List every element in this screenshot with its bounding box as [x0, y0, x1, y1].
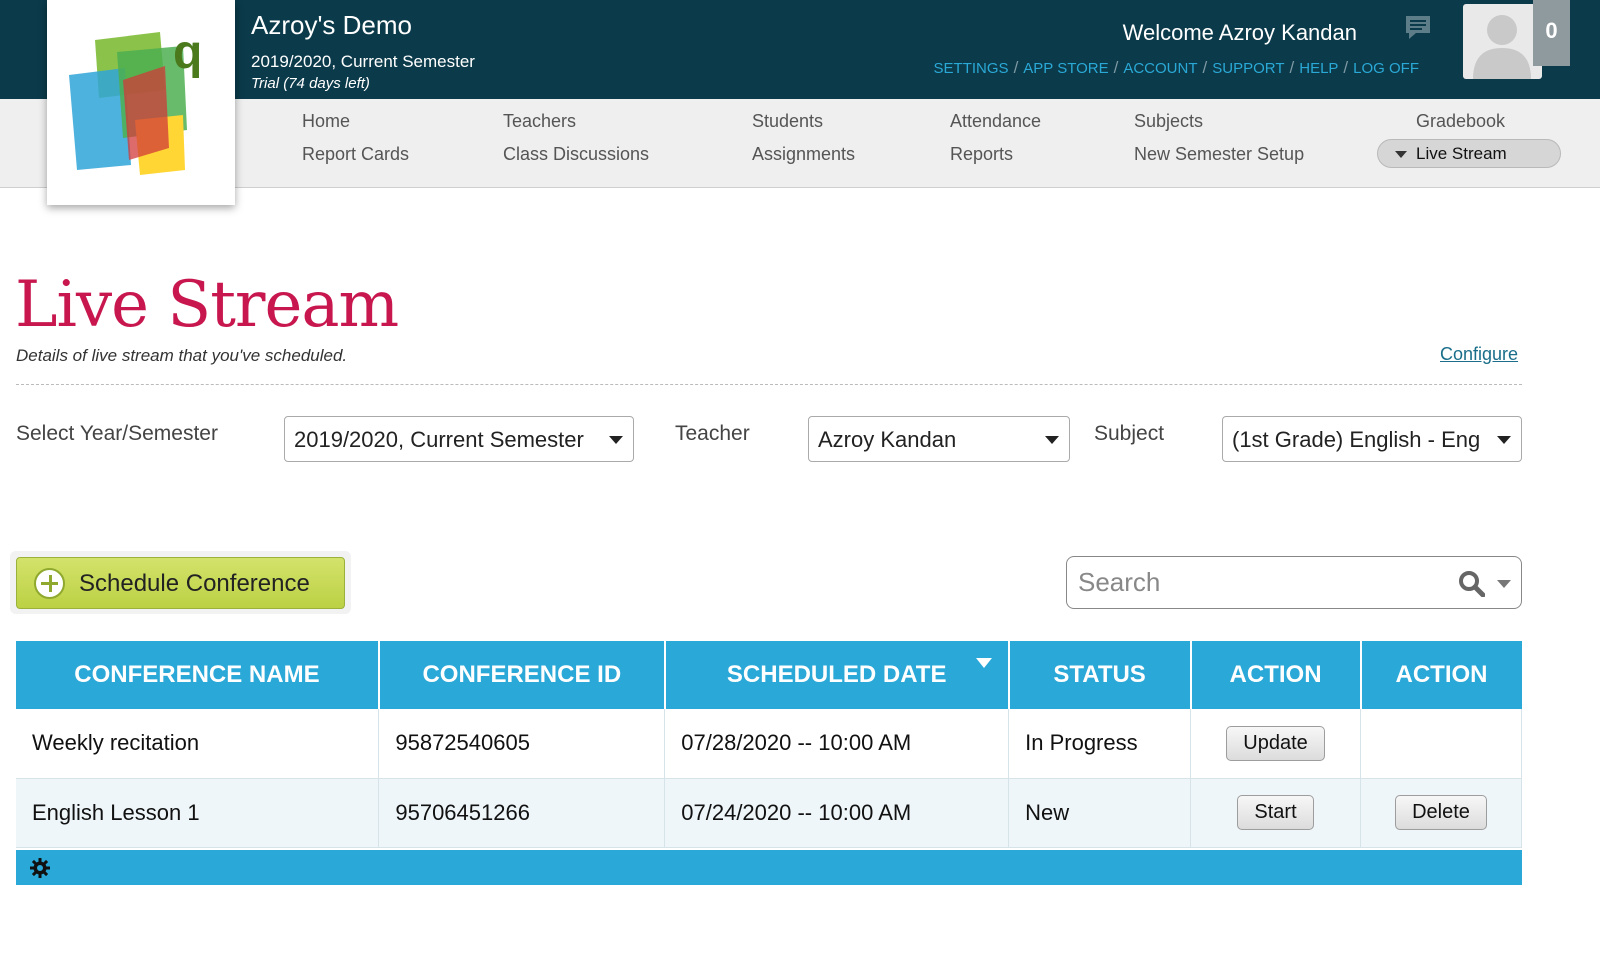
- current-semester: 2019/2020, Current Semester: [251, 52, 475, 71]
- teacher-value: Azroy Kandan: [818, 427, 957, 452]
- nav-class-discussions[interactable]: Class Discussions: [503, 144, 649, 165]
- chevron-down-icon: [1497, 436, 1511, 444]
- action-cell: Delete: [1360, 778, 1522, 848]
- nav-report-cards[interactable]: Report Cards: [302, 144, 409, 165]
- account-link[interactable]: ACCOUNT: [1123, 60, 1197, 77]
- chevron-down-icon: [1395, 151, 1407, 158]
- conference-id-cell: 95706451266: [378, 778, 666, 848]
- top-links: SETTINGS / APP STORE / ACCOUNT / SUPPORT / HELP /…: [934, 58, 1419, 78]
- nav-teachers[interactable]: Teachers: [503, 111, 576, 132]
- welcome-message: Welcome Azroy Kandan: [1122, 20, 1357, 45]
- school-logo[interactable]: q: [47, 0, 235, 205]
- help-link[interactable]: HELP: [1299, 60, 1338, 77]
- nav-reports[interactable]: Reports: [950, 144, 1013, 165]
- year-semester-select[interactable]: 2019/2020, Current Semester: [284, 416, 634, 462]
- column-scheduled-date-label: SCHEDULED DATE: [726, 661, 947, 688]
- year-semester-value: 2019/2020, Current Semester: [294, 427, 584, 452]
- subject-select[interactable]: (1st Grade) English - Eng: [1222, 416, 1522, 462]
- column-action: ACTION: [1360, 641, 1522, 709]
- link-separator: /: [1343, 58, 1349, 77]
- link-separator: /: [1289, 58, 1295, 77]
- search-icon[interactable]: [1459, 571, 1486, 604]
- delete-button[interactable]: Delete: [1395, 795, 1487, 830]
- top-bar: Azroy's Demo 2019/2020, Current Semester…: [0, 0, 1600, 99]
- table-footer: [16, 850, 1522, 885]
- link-separator: /: [1202, 58, 1208, 77]
- conference-name-cell: Weekly recitation: [16, 709, 380, 779]
- action-cell: Start: [1190, 778, 1361, 848]
- column-scheduled-date[interactable]: SCHEDULED DATE: [664, 641, 1010, 709]
- nav-live-stream[interactable]: Live Stream: [1377, 139, 1561, 168]
- logo-icon: q: [69, 26, 202, 175]
- link-separator: /: [1113, 58, 1119, 77]
- plus-icon: [34, 568, 65, 599]
- subject-label: Subject: [1094, 422, 1165, 445]
- conference-name-cell: English Lesson 1: [16, 778, 380, 848]
- message-icon[interactable]: [1404, 14, 1432, 47]
- table-header-row: CONFERENCE NAME CONFERENCE ID SCHEDULED …: [16, 641, 1522, 709]
- log-off-link[interactable]: LOG OFF: [1353, 60, 1419, 77]
- column-conference-name[interactable]: CONFERENCE NAME: [16, 641, 380, 709]
- action-cell: [1360, 709, 1522, 779]
- search-input[interactable]: Search: [1066, 556, 1522, 609]
- nav-gradebook[interactable]: Gradebook: [1416, 111, 1505, 132]
- nav-students[interactable]: Students: [752, 111, 823, 132]
- start-button[interactable]: Start: [1237, 795, 1314, 830]
- conference-table: CONFERENCE NAME CONFERENCE ID SCHEDULED …: [16, 641, 1522, 848]
- action-cell: Update: [1190, 709, 1361, 779]
- nav-home[interactable]: Home: [302, 111, 350, 132]
- teacher-label: Teacher: [675, 422, 750, 445]
- scheduled-date-cell: 07/24/2020 -- 10:00 AM: [664, 778, 1010, 848]
- page-description: Details of live stream that you've sched…: [16, 346, 348, 365]
- nav-live-stream-label: Live Stream: [1416, 144, 1507, 163]
- nav-attendance[interactable]: Attendance: [950, 111, 1041, 132]
- update-button[interactable]: Update: [1226, 725, 1325, 761]
- search-placeholder: Search: [1078, 567, 1161, 597]
- year-semester-label: Select Year/Semester: [16, 422, 218, 445]
- notification-count[interactable]: 0: [1533, 0, 1570, 66]
- conference-id-cell: 95872540605: [378, 709, 666, 779]
- nav-subjects[interactable]: Subjects: [1134, 111, 1203, 132]
- status-cell: In Progress: [1008, 709, 1192, 779]
- column-conference-id[interactable]: CONFERENCE ID: [378, 641, 666, 709]
- subject-value: (1st Grade) English - Eng: [1232, 427, 1481, 452]
- chevron-down-icon: [1045, 436, 1059, 444]
- trial-status: Trial (74 days left): [251, 75, 370, 92]
- column-status[interactable]: STATUS: [1008, 641, 1192, 709]
- divider: [16, 384, 1522, 385]
- chevron-down-icon: [609, 436, 623, 444]
- page-title: Live Stream: [15, 268, 399, 342]
- link-separator: /: [1013, 58, 1019, 77]
- svg-text:q: q: [173, 26, 202, 79]
- settings-link[interactable]: SETTINGS: [934, 60, 1009, 77]
- main-nav: Home Report Cards Teachers Class Discuss…: [0, 99, 1600, 188]
- configure-link[interactable]: Configure: [1440, 344, 1518, 365]
- chevron-down-icon[interactable]: [1497, 580, 1511, 588]
- teacher-select[interactable]: Azroy Kandan: [808, 416, 1070, 462]
- avatar-placeholder-icon: [1473, 15, 1531, 79]
- scheduled-date-cell: 07/28/2020 -- 10:00 AM: [664, 709, 1010, 779]
- sort-desc-icon: [975, 658, 992, 668]
- avatar[interactable]: [1463, 4, 1542, 79]
- app-store-link[interactable]: APP STORE: [1023, 60, 1108, 77]
- support-link[interactable]: SUPPORT: [1212, 60, 1284, 77]
- column-action: ACTION: [1190, 641, 1362, 709]
- table-row: English Lesson 1 95706451266 07/24/2020 …: [16, 778, 1522, 848]
- school-name: Azroy's Demo: [251, 10, 413, 40]
- nav-new-semester-setup[interactable]: New Semester Setup: [1134, 144, 1304, 165]
- schedule-conference-label: Schedule Conference: [79, 570, 310, 597]
- schedule-conference-button[interactable]: Schedule Conference: [16, 557, 345, 609]
- gear-icon[interactable]: [30, 858, 50, 883]
- status-cell: New: [1008, 778, 1192, 848]
- nav-assignments[interactable]: Assignments: [752, 144, 855, 165]
- table-row: Weekly recitation 95872540605 07/28/2020…: [16, 709, 1522, 779]
